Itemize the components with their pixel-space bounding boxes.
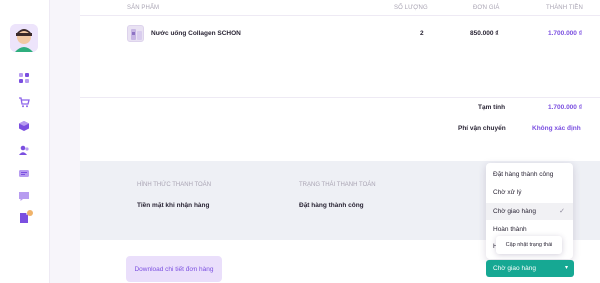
payment-method-value: Tiền mặt khi nhận hàng — [137, 202, 210, 209]
notification-badge — [27, 210, 33, 216]
payment-method-heading: HÌNH THỨC THANH TOÁN — [137, 182, 212, 188]
product-quantity: 2 — [420, 30, 424, 37]
sidebar — [0, 0, 50, 283]
shipping-value: Không xác định — [532, 125, 581, 132]
users-icon[interactable] — [18, 144, 30, 156]
column-header-line-total: THÀNH TIỀN — [546, 5, 583, 11]
column-header-unit-price: ĐƠN GIÁ — [473, 5, 500, 11]
product-line-total: 1.700.000 ₫ — [548, 30, 583, 37]
app: SẢN PHẨM SỐ LƯỢNG ĐƠN GIÁ THÀNH TIỀN Nướ… — [0, 0, 600, 283]
status-option-awaiting-delivery[interactable]: Chờ giao hàng ✓ — [486, 203, 573, 220]
status-option-label: Chờ giao hàng — [493, 208, 536, 215]
product-unit-price: 850.000 ₫ — [470, 30, 499, 37]
chat-icon[interactable] — [18, 190, 30, 202]
avatar[interactable] — [10, 24, 38, 52]
payment-status-value: Đặt hàng thành công — [299, 202, 364, 209]
dashboard-icon[interactable] — [18, 72, 30, 84]
status-option-ordered[interactable]: Đặt hàng thành công — [486, 166, 573, 183]
status-select-value: Chờ giao hàng — [493, 265, 536, 272]
subtotal-label: Tạm tính — [478, 104, 506, 111]
download-order-button[interactable]: Download chi tiết đơn hàng — [126, 256, 222, 282]
chevron-down-icon: ▾ — [564, 265, 568, 271]
column-header-quantity: SỐ LƯỢNG — [394, 5, 428, 11]
summary-divider — [80, 97, 600, 98]
status-option-pending[interactable]: Chờ xử lý — [486, 184, 573, 201]
status-select[interactable]: Chờ giao hàng ▾ — [486, 260, 574, 277]
subtotal-value: 1.700.000 ₫ — [548, 104, 583, 111]
product-name[interactable]: Nước uống Collagen SCHON — [151, 30, 241, 37]
product-thumbnail — [127, 25, 144, 42]
check-icon: ✓ — [559, 208, 565, 215]
cart-icon[interactable] — [18, 96, 30, 108]
shipping-label: Phí vận chuyển — [458, 125, 506, 132]
payment-status-heading: TRẠNG THÁI THANH TOÁN — [299, 182, 376, 188]
header-divider — [80, 15, 600, 16]
message-icon[interactable] — [18, 168, 30, 180]
order-detail-panel: SẢN PHẨM SỐ LƯỢNG ĐƠN GIÁ THÀNH TIỀN Nướ… — [80, 0, 600, 283]
avatar-image — [10, 24, 38, 52]
box-icon[interactable] — [18, 120, 30, 132]
update-status-tooltip: Cập nhật trạng thái — [496, 236, 562, 254]
column-header-product: SẢN PHẨM — [127, 5, 160, 11]
